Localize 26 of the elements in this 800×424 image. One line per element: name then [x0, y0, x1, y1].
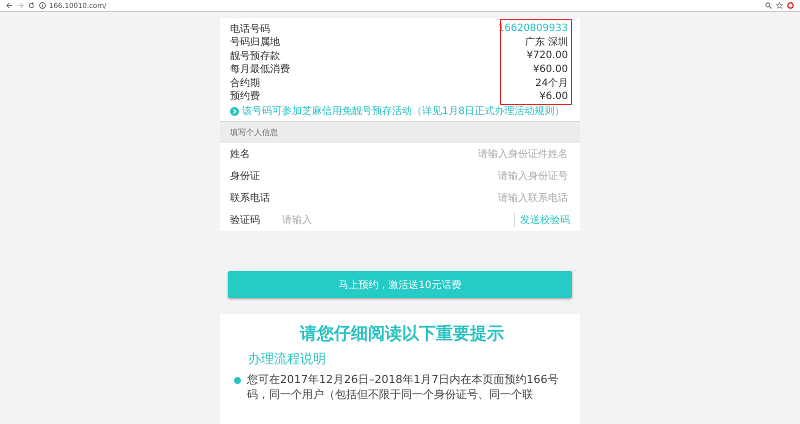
field-label: 验证码	[230, 214, 261, 227]
input-field[interactable]: 请输入联系电话	[280, 192, 570, 204]
notice-text: 您可在2017年12月26日–2018年1月7日内在本页面预约166号码，同一个用户（包括但不限于同一个身份证号、同一个联	[247, 372, 560, 402]
info-label: 每月最低消费	[230, 62, 290, 76]
section-title: 办理流程说明	[248, 351, 327, 368]
field-label: 联系电话	[230, 192, 271, 205]
info-label: 号码归属地	[230, 36, 280, 50]
field-label: 姓名	[230, 148, 251, 161]
info-value: ¥60.00	[533, 64, 569, 75]
input-field[interactable]: 请输入身份证件姓名	[280, 148, 570, 160]
send-code-button[interactable]: 发送校验码	[514, 213, 570, 227]
info-label: 合约期	[230, 76, 260, 90]
info-value: 24个月	[535, 76, 569, 90]
field-label: 身份证	[230, 170, 261, 183]
info-value: 广东 深圳	[524, 36, 569, 50]
input-field[interactable]: 请输入	[280, 214, 514, 226]
reserve-button[interactable]: 马上预约，激活送10元话费	[228, 271, 572, 298]
info-label: 靓号预存款	[230, 50, 280, 63]
info-label: 电话号码	[230, 22, 270, 36]
info-label: 预约费	[230, 90, 260, 104]
section-header: 填写个人信息	[220, 121, 580, 143]
input-field[interactable]: 请输入身份证号	[280, 170, 570, 182]
info-value: ¥6.00	[539, 90, 569, 102]
promo-link[interactable]: 该号码可参加芝麻信用免靓号预存活动（详见1月8日正式办理活动规则）	[242, 104, 565, 118]
notice-title: 请您仔细阅读以下重要提示	[298, 323, 505, 345]
info-value: ¥720.00	[526, 50, 569, 62]
